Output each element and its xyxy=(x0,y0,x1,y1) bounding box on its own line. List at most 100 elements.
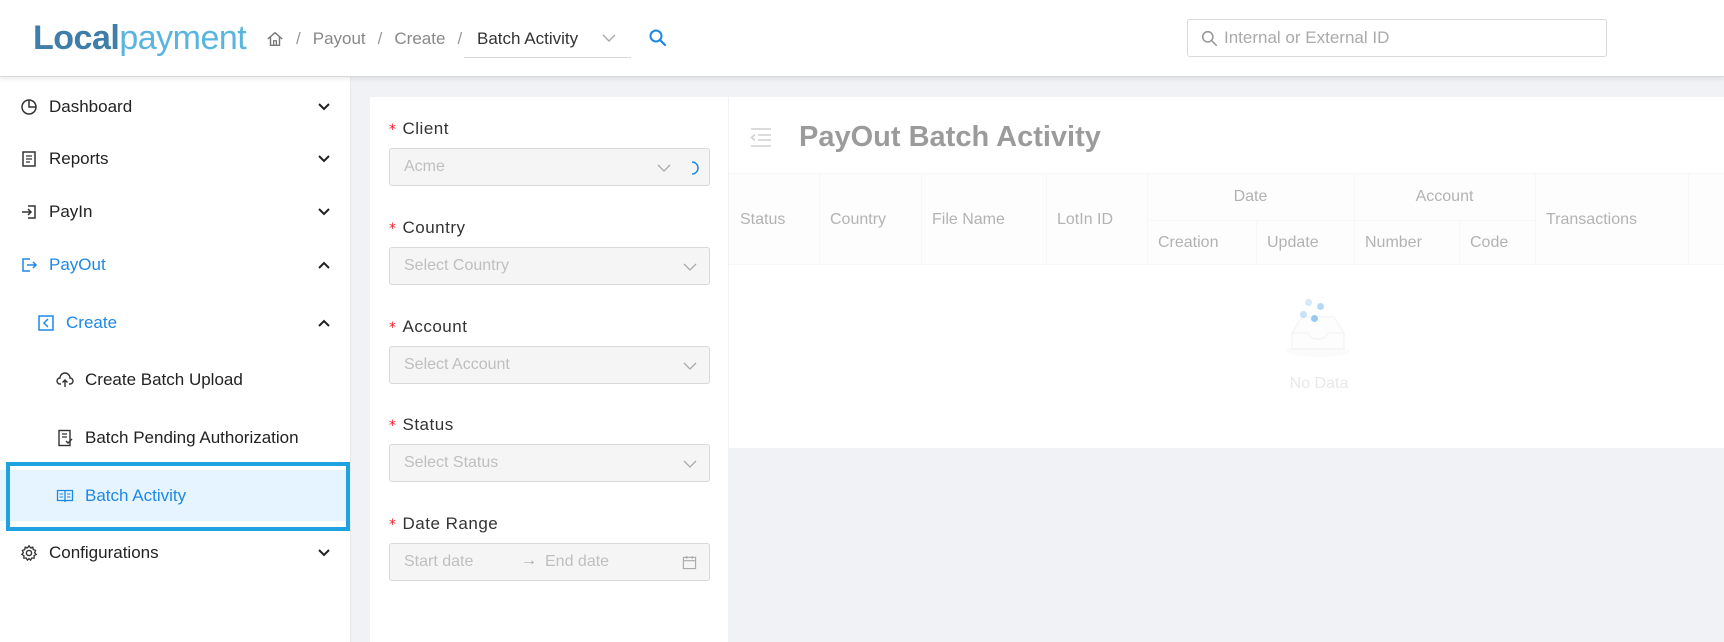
chevron-down-icon xyxy=(683,362,697,370)
required-mark: * xyxy=(389,221,397,237)
range-arrow: → xyxy=(521,552,537,569)
pie-chart-icon xyxy=(21,99,37,115)
loading-spinner-dot xyxy=(1317,303,1324,310)
menu-fold-icon[interactable] xyxy=(749,126,773,148)
status-placeholder: Select Status xyxy=(404,454,499,471)
account-label-text: Account xyxy=(402,317,468,336)
loading-icon xyxy=(691,161,699,175)
sidebar-item-label: Batch Pending Authorization xyxy=(85,428,299,447)
sidebar-item-payout[interactable]: PayOut xyxy=(0,241,351,289)
column-divider xyxy=(1688,174,1689,266)
column-header-country[interactable]: Country xyxy=(819,174,921,266)
chevron-down-icon xyxy=(683,460,697,468)
sidebar: Dashboard Reports PayIn PayOut Create Cr… xyxy=(0,77,351,642)
sidebar-item-dashboard[interactable]: Dashboard xyxy=(0,83,351,131)
chevron-down-icon xyxy=(602,34,616,42)
gear-icon xyxy=(20,544,38,562)
column-group-account: Account xyxy=(1415,188,1474,205)
column-header-update[interactable]: Update xyxy=(1256,220,1354,266)
column-header-transactions[interactable]: Transactions xyxy=(1535,174,1688,266)
breadcrumb-separator: / xyxy=(377,29,383,48)
status-select[interactable]: Select Status xyxy=(389,444,710,482)
empty-state-text: No Data xyxy=(1289,375,1349,392)
chevron-down-icon xyxy=(318,155,330,163)
loading-spinner-dot xyxy=(1305,299,1312,306)
id-search-placeholder: Internal or External ID xyxy=(1224,28,1390,47)
localpayment-logo[interactable]: Localpayment xyxy=(33,18,247,58)
report-icon xyxy=(22,151,36,167)
home-icon[interactable] xyxy=(266,30,284,48)
status-label-text: Status xyxy=(402,415,454,434)
end-date-placeholder[interactable]: End date xyxy=(545,553,609,571)
chevron-down-icon xyxy=(318,103,330,111)
sidebar-item-payin[interactable]: PayIn xyxy=(0,188,351,236)
breadcrumb: / Payout / Create / xyxy=(266,24,474,54)
sidebar-item-batch-pending-authorization[interactable]: Batch Pending Authorization xyxy=(0,414,351,462)
loading-spinner-dot xyxy=(1311,315,1318,322)
client-label: * Client xyxy=(389,119,449,139)
date-range-label: * Date Range xyxy=(389,514,498,534)
breadcrumb-payout[interactable]: Payout xyxy=(313,29,366,49)
selection-highlight-box xyxy=(6,462,350,531)
page-select-value: Batch Activity xyxy=(477,28,579,48)
client-value: Acme xyxy=(404,158,445,175)
client-label-text: Client xyxy=(402,119,449,138)
column-header-number[interactable]: Number xyxy=(1354,220,1459,266)
date-range-label-text: Date Range xyxy=(402,514,499,533)
id-search-input[interactable]: Internal or External ID xyxy=(1187,19,1607,57)
country-label-text: Country xyxy=(402,218,466,237)
chevron-down-icon xyxy=(683,263,697,271)
country-placeholder: Select Country xyxy=(404,257,509,274)
start-date-placeholder[interactable]: Start date xyxy=(404,553,473,571)
column-header-creation[interactable]: Creation xyxy=(1147,220,1256,266)
required-mark: * xyxy=(389,517,397,533)
page-title: PayOut Batch Activity xyxy=(799,120,1101,153)
sidebar-item-label: Create Batch Upload xyxy=(85,370,243,389)
sidebar-item-configurations[interactable]: Configurations xyxy=(0,529,351,577)
account-placeholder: Select Account xyxy=(404,356,510,373)
page-select-dropdown[interactable]: Batch Activity xyxy=(464,20,631,58)
chevron-down-icon xyxy=(318,549,330,557)
date-range-picker[interactable]: Start date → End date xyxy=(389,543,710,581)
sidebar-item-label: Dashboard xyxy=(49,97,133,116)
sidebar-item-create[interactable]: Create xyxy=(0,299,351,347)
content-background xyxy=(729,448,1724,642)
column-header-code[interactable]: Code xyxy=(1459,220,1535,266)
logo-local: Local xyxy=(33,19,120,57)
column-header-lotin-id[interactable]: LotIn ID xyxy=(1046,174,1147,266)
country-select[interactable]: Select Country xyxy=(389,247,710,285)
status-label: * Status xyxy=(389,415,454,435)
account-select[interactable]: Select Account xyxy=(389,346,710,384)
cloud-upload-icon xyxy=(56,372,74,387)
search-icon[interactable] xyxy=(648,28,668,48)
sidebar-item-label: Reports xyxy=(49,149,109,168)
audit-icon xyxy=(58,429,73,447)
account-label: * Account xyxy=(389,317,467,337)
required-mark: * xyxy=(389,122,397,138)
sidebar-item-label: PayIn xyxy=(49,202,93,221)
login-icon xyxy=(22,205,36,219)
chevron-up-icon xyxy=(318,319,330,327)
filter-panel: * Client Acme * Country Select Country * Ac… xyxy=(370,97,728,642)
page-header: PayOut Batch Activity xyxy=(749,117,1101,157)
column-header-file-name[interactable]: File Name xyxy=(921,174,1046,266)
sidebar-item-create-batch-upload[interactable]: Create Batch Upload xyxy=(0,356,351,404)
sidebar-item-reports[interactable]: Reports xyxy=(0,135,351,183)
logo-payment: payment xyxy=(119,19,247,57)
country-label: * Country xyxy=(389,218,466,238)
breadcrumb-create[interactable]: Create xyxy=(394,29,445,49)
chevron-down-icon xyxy=(657,164,671,172)
client-select[interactable]: Acme xyxy=(389,148,710,186)
chevron-down-icon xyxy=(318,208,330,216)
logout-icon xyxy=(22,258,38,272)
table-header: Status Country File Name LotIn ID Date C… xyxy=(729,173,1724,266)
required-mark: * xyxy=(389,418,397,434)
search-icon xyxy=(1201,30,1218,47)
calendar-icon xyxy=(682,555,697,570)
sidebar-item-label: Create xyxy=(66,313,118,332)
column-header-status[interactable]: Status xyxy=(729,174,819,266)
chevron-up-icon xyxy=(318,261,330,269)
required-mark: * xyxy=(389,320,397,336)
sidebar-item-label: Configurations xyxy=(49,543,159,562)
left-square-icon xyxy=(38,315,54,331)
